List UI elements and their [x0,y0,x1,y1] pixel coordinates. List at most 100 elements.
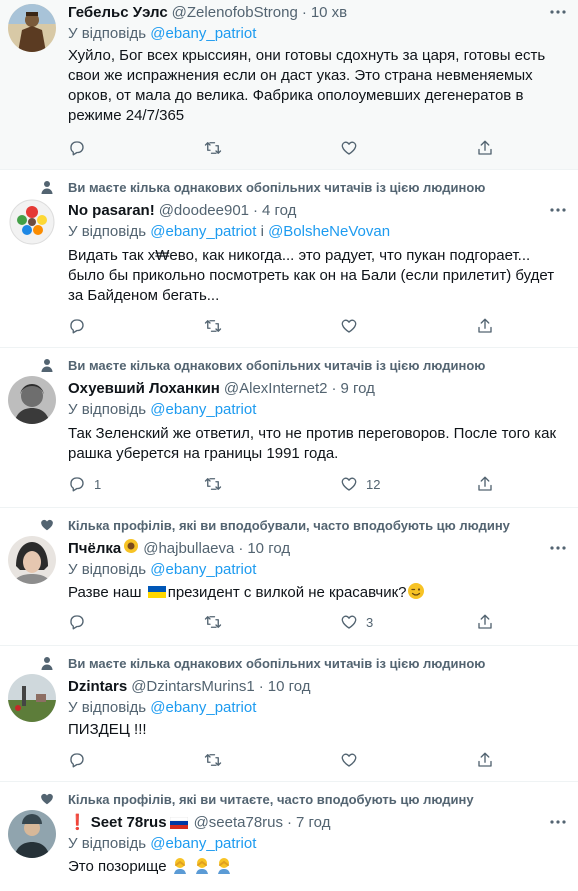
heart-icon [341,319,357,333]
reply-button[interactable] [68,316,204,336]
sunflower-icon [123,538,139,558]
author-handle[interactable]: @seeta78rus [194,814,283,831]
author-name[interactable]: No pasaran! [68,202,155,219]
tweet-actions: 1 12 [68,474,508,494]
avatar[interactable] [8,810,56,858]
mention-link[interactable]: @ebany_patriot [150,401,256,418]
reply-icon [70,615,84,630]
tweet[interactable]: Кілька профілів, які ви читаєте, часто в… [0,782,578,891]
timestamp[interactable]: 10 год [247,540,290,557]
reply-count: 1 [94,476,102,492]
man-facepalming-icon [193,856,211,880]
tweet-text: Это позорище [68,856,566,880]
author-name[interactable]: Seet 78rus [91,814,167,831]
timestamp[interactable]: 10 год [268,678,311,695]
tweet[interactable]: Ви маєте кілька однакових обопільних чит… [0,646,578,782]
retweet-button[interactable] [204,750,340,770]
russia-flag-icon [169,816,188,829]
person-icon [40,656,54,670]
share-button[interactable] [476,138,508,158]
mention-link[interactable]: @ebany_patriot [150,223,256,240]
share-button[interactable] [476,474,508,494]
timestamp[interactable]: 9 год [341,380,375,397]
retweet-button[interactable] [204,474,340,494]
reply-context: У відповідь @ebany_patriot [68,400,256,420]
avatar[interactable] [8,376,56,424]
reply-joiner: і [256,223,269,240]
tweet-text-part: Это позорище [68,858,167,875]
retweet-button[interactable] [204,138,340,158]
tweet-actions [68,138,508,158]
mention-link[interactable]: @ebany_patriot [150,699,256,716]
avatar[interactable] [8,4,56,52]
reply-icon [70,141,84,156]
reply-prefix: У відповідь [68,699,147,716]
share-button[interactable] [476,316,508,336]
share-icon [478,614,492,629]
avatar[interactable] [8,674,56,722]
winking-face-icon [407,582,425,606]
mention-link[interactable]: @ebany_patriot [150,561,256,578]
mention-link[interactable]: @ebany_patriot [150,835,256,852]
author-handle[interactable]: @ZelenofobStrong [172,4,298,21]
more-icon[interactable] [548,812,568,832]
tweet[interactable]: Ви маєте кілька однакових обопільних чит… [0,170,578,348]
timestamp[interactable]: 4 год [262,202,296,219]
more-icon[interactable] [548,538,568,558]
tweet-actions [68,750,508,770]
like-button[interactable]: 3 [340,612,476,632]
author-name[interactable]: Пчёлка [68,540,121,557]
reply-icon [70,477,84,492]
like-button[interactable] [340,750,476,770]
tweet-text: Хуйло, Бог всех крыссиян, они готовы сдо… [68,47,546,124]
reply-button[interactable] [68,612,204,632]
author-name[interactable]: Гебельс Уэлс [68,4,168,21]
reply-button[interactable] [68,750,204,770]
avatar[interactable] [8,198,56,246]
author-name[interactable]: Охуевший Лоханкин [68,380,220,397]
timestamp[interactable]: 10 хв [311,4,347,21]
share-button[interactable] [476,750,508,770]
author-handle[interactable]: @doodee901 [159,202,249,219]
mention-link[interactable]: @BolsheNeVovan [268,223,390,240]
man-facepalming-icon [215,856,233,880]
man-facepalming-icon [171,856,189,880]
separator-dot: · [238,539,244,557]
reply-prefix: У відповідь [68,561,147,578]
tweet[interactable]: Кілька профілів, які ви вподобували, час… [0,508,578,646]
heart-filled-icon [40,792,54,806]
more-icon[interactable] [548,2,568,22]
separator-dot: · [253,201,259,219]
reply-prefix: У відповідь [68,401,147,418]
reply-context: У відповідь @ebany_patriot [68,834,256,854]
like-button[interactable]: 12 [340,474,476,494]
heart-icon [341,753,357,767]
retweet-icon [204,320,222,332]
retweet-button[interactable] [204,612,340,632]
retweet-icon [204,478,222,490]
author-name[interactable]: Dzintars [68,678,127,695]
author-handle[interactable]: @hajbullaeva [143,540,234,557]
mention-link[interactable]: @ebany_patriot [150,25,256,42]
person-icon [40,358,54,372]
tweet[interactable]: Гебельс Уэлс @ZelenofobStrong · 10 хв У … [0,0,578,170]
reply-button[interactable]: 1 [68,474,204,494]
more-icon[interactable] [548,200,568,220]
tweet-text-part: президент с вилкой не красавчик? [167,584,407,601]
separator-dot: · [301,3,307,21]
avatar[interactable] [8,536,56,584]
tweet-text: ПИЗДЕЦ !!! [68,721,147,738]
like-button[interactable] [340,138,476,158]
timestamp[interactable]: 7 год [296,814,330,831]
share-button[interactable] [476,612,508,632]
author-handle[interactable]: @DzintarsMurins1 [131,678,255,695]
tweet-text: Разве наш президент с вилкой не красавчи… [68,582,566,606]
like-button[interactable] [340,316,476,336]
author-handle[interactable]: @AlexInternet2 [224,380,328,397]
reply-button[interactable] [68,138,204,158]
tweet-text-part: Разве наш [68,584,142,601]
tweet[interactable]: Ви маєте кілька однакових обопільних чит… [0,348,578,508]
retweet-button[interactable] [204,316,340,336]
share-icon [478,476,492,491]
tweet-actions [68,316,508,336]
